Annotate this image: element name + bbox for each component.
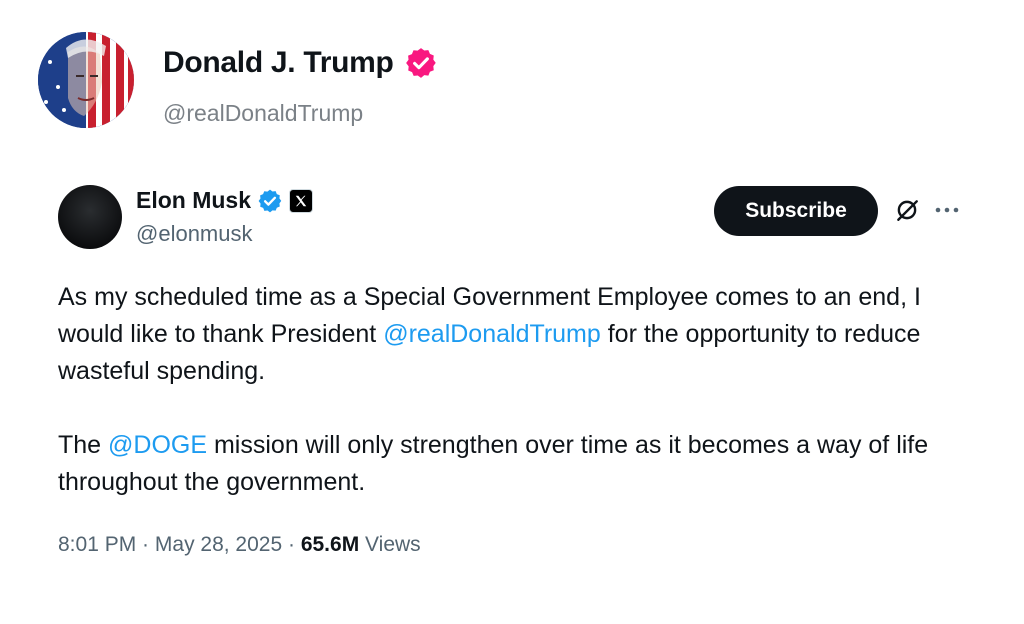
profile-header: Donald J. Trump @realDonaldTrump (38, 32, 638, 130)
tweet-paragraph: The @DOGE mission will only strengthen o… (58, 427, 963, 501)
views-count: 65.6M (300, 533, 360, 556)
tweet-meta: 8:01 PM · May 28, 2025 · 65.6M Views (58, 533, 421, 557)
x-logo-icon[interactable] (289, 188, 314, 213)
profile-name[interactable]: Donald J. Trump (163, 46, 394, 80)
text-segment: The (58, 431, 109, 459)
profile-avatar[interactable] (38, 32, 134, 128)
tweet-paragraph: As my scheduled time as a Special Govern… (58, 279, 963, 390)
mention-link[interactable]: @realDonaldTrump (383, 320, 601, 348)
subscribe-button[interactable]: Subscribe (714, 186, 878, 236)
meta-separator: · (136, 533, 155, 556)
more-icon[interactable] (933, 198, 961, 222)
author-handle[interactable]: @elonmusk (136, 221, 253, 247)
flag-portrait-image (38, 32, 134, 128)
profile-handle[interactable]: @realDonaldTrump (163, 100, 363, 127)
verified-badge-icon (405, 48, 436, 78)
mention-link[interactable]: @DOGE (108, 431, 207, 459)
verified-check-icon (258, 189, 282, 212)
tweet-text: As my scheduled time as a Special Govern… (58, 279, 963, 501)
author-name[interactable]: Elon Musk (136, 187, 251, 214)
tweet-date[interactable]: May 28, 2025 (155, 533, 282, 557)
views-label: Views (359, 533, 421, 556)
grok-icon[interactable] (894, 197, 920, 223)
tweet-time[interactable]: 8:01 PM (58, 533, 136, 557)
author-avatar[interactable] (58, 185, 122, 249)
meta-separator: · (282, 533, 301, 556)
